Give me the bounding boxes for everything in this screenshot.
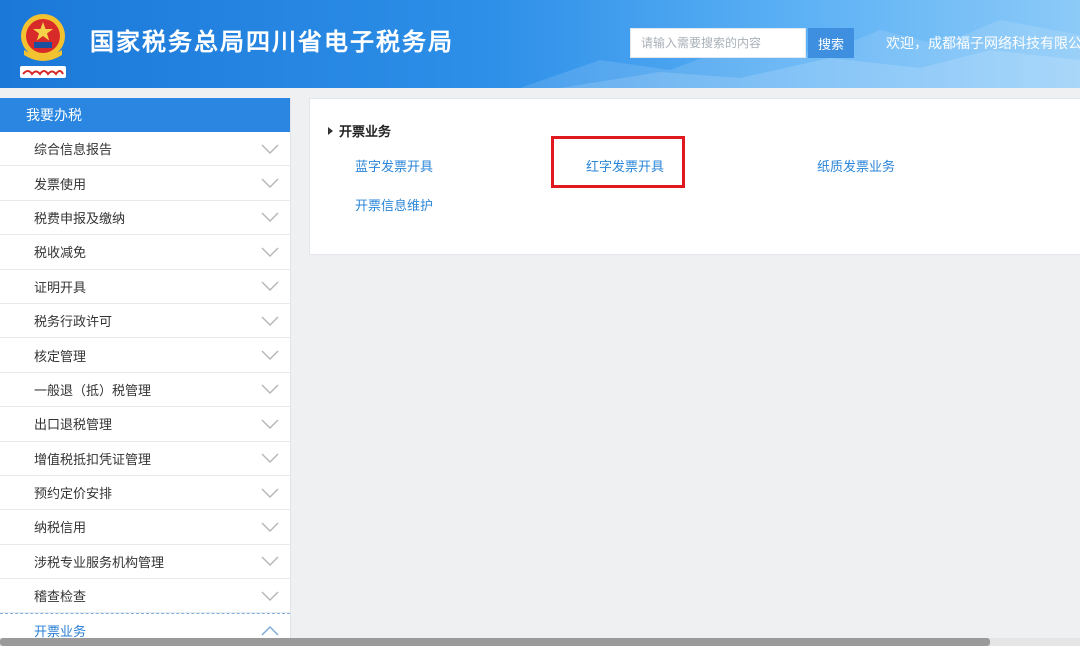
paper-invoice-link[interactable]: 纸质发票业务 bbox=[817, 156, 895, 175]
sidebar-item-agency-management[interactable]: 涉税专业服务机构管理 bbox=[0, 545, 290, 580]
chevron-down-icon bbox=[261, 178, 279, 189]
sidebar-item-admin-license[interactable]: 税务行政许可 bbox=[0, 304, 290, 339]
chevron-down-icon bbox=[261, 591, 279, 601]
chevron-down-icon bbox=[261, 453, 279, 464]
chevron-down-icon bbox=[261, 144, 279, 154]
section-header: 开票业务 bbox=[328, 121, 391, 140]
sidebar-item-label: 增值税抵扣凭证管理 bbox=[34, 452, 152, 468]
sidebar-item-refund[interactable]: 一般退（抵）税管理 bbox=[0, 373, 290, 408]
chevron-down-icon bbox=[261, 281, 279, 292]
sidebar-item-pricing-arrangement[interactable]: 预约定价安排 bbox=[0, 476, 290, 511]
chevron-down-icon bbox=[261, 247, 279, 257]
sidebar-item-invoice-usage[interactable]: 发票使用 bbox=[0, 166, 290, 201]
search-button[interactable]: 搜索 bbox=[808, 28, 854, 58]
sidebar-menu: 我要办税 综合信息报告 发票使用 税费申报及缴纳 税收减免 证明开具 税务行政许… bbox=[0, 98, 291, 646]
highlight-box bbox=[551, 136, 685, 188]
sidebar-item-label: 预约定价安排 bbox=[34, 487, 113, 503]
search-input[interactable] bbox=[630, 28, 806, 58]
sidebar-item-label: 综合信息报告 bbox=[34, 143, 113, 159]
header-banner: 国家税务总局四川省电子税务局 搜索 欢迎，成都福子网络科技有限公 bbox=[0, 0, 1080, 88]
sidebar-item-label: 稽查检查 bbox=[34, 590, 87, 606]
sidebar-item-tax-declaration[interactable]: 税费申报及缴纳 bbox=[0, 201, 290, 236]
sidebar-item-label: 税费申报及缴纳 bbox=[34, 211, 126, 227]
sidebar-item-tax-credit[interactable]: 纳税信用 bbox=[0, 510, 290, 545]
sidebar-item-label: 税务行政许可 bbox=[34, 315, 113, 331]
sidebar-item-label: 发票使用 bbox=[34, 177, 87, 193]
invoice-info-link[interactable]: 开票信息维护 bbox=[355, 195, 433, 214]
chevron-down-icon bbox=[261, 384, 279, 395]
welcome-text: 欢迎，成都福子网络科技有限公 bbox=[886, 36, 1080, 52]
chevron-down-icon bbox=[261, 316, 279, 326]
chevron-up-icon bbox=[261, 625, 279, 636]
horizontal-scrollbar[interactable] bbox=[0, 638, 1080, 646]
sidebar-item-comprehensive-report[interactable]: 综合信息报告 bbox=[0, 132, 290, 167]
tax-emblem-icon bbox=[20, 14, 66, 78]
page: 国家税务总局四川省电子税务局 搜索 欢迎，成都福子网络科技有限公 我要办税 综合… bbox=[0, 0, 1080, 646]
sidebar-item-vat-deduction[interactable]: 增值税抵扣凭证管理 bbox=[0, 442, 290, 476]
sidebar-item-label: 证明开具 bbox=[34, 280, 87, 296]
blue-invoice-link[interactable]: 蓝字发票开具 bbox=[355, 156, 433, 175]
sidebar-item-label: 核定管理 bbox=[34, 349, 87, 365]
sidebar-item-label: 出口退税管理 bbox=[34, 418, 113, 434]
section-title: 开票业务 bbox=[339, 125, 392, 140]
bullet-icon bbox=[328, 126, 333, 135]
sidebar-item-tax-reduction[interactable]: 税收减免 bbox=[0, 235, 290, 270]
chevron-down-icon bbox=[261, 350, 279, 361]
sidebar-heading: 我要办税 bbox=[0, 98, 290, 132]
chevron-down-icon bbox=[261, 522, 279, 532]
sidebar-item-label: 涉税专业服务机构管理 bbox=[34, 555, 165, 571]
site-title: 国家税务总局四川省电子税务局 bbox=[90, 28, 454, 56]
sidebar-item-certificate[interactable]: 证明开具 bbox=[0, 270, 290, 304]
sidebar-item-label: 一般退（抵）税管理 bbox=[34, 383, 152, 399]
chevron-down-icon bbox=[261, 556, 279, 567]
scrollbar-thumb[interactable] bbox=[0, 638, 990, 646]
chevron-down-icon bbox=[261, 488, 279, 498]
sidebar-item-label: 纳税信用 bbox=[34, 521, 87, 537]
chevron-down-icon bbox=[261, 212, 279, 223]
sidebar-item-label: 税收减免 bbox=[34, 246, 87, 262]
chevron-down-icon bbox=[261, 419, 279, 429]
content-panel: 开票业务 蓝字发票开具 红字发票开具 纸质发票业务 开票信息维护 bbox=[309, 98, 1080, 255]
sidebar-item-assessment[interactable]: 核定管理 bbox=[0, 338, 290, 373]
sidebar-item-inspection[interactable]: 稽查检查 bbox=[0, 579, 290, 614]
sidebar-item-export-refund[interactable]: 出口退税管理 bbox=[0, 407, 290, 442]
